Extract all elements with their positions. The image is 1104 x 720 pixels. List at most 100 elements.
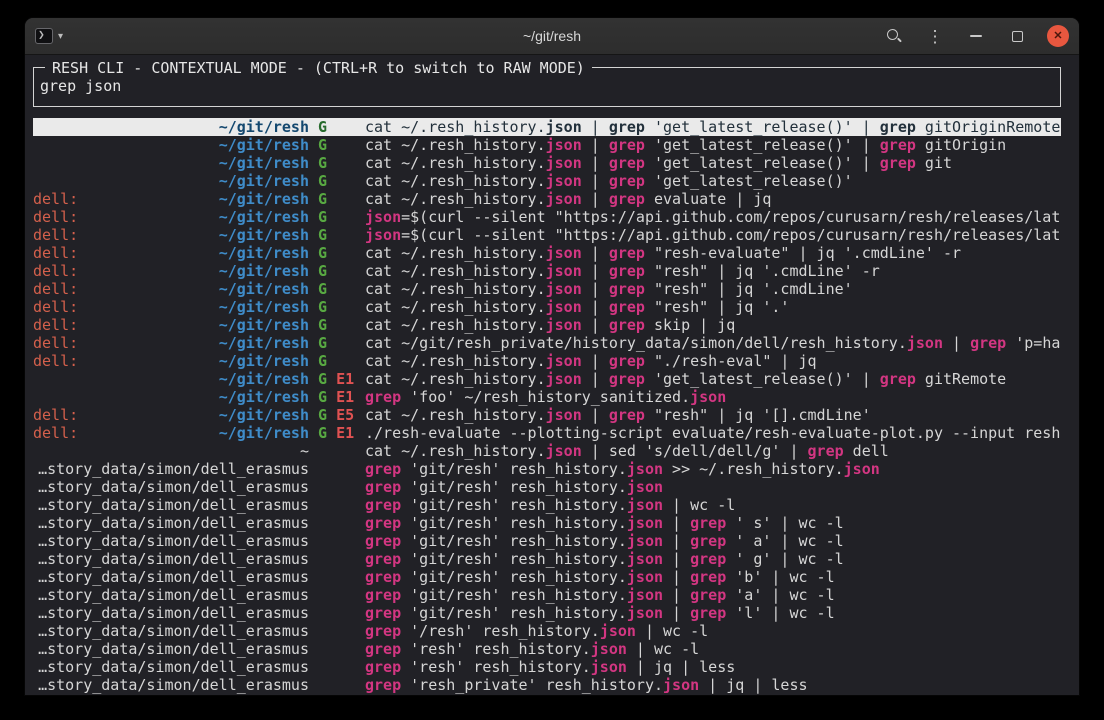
history-row[interactable]: ~/git/reshGcat ~/.resh_history.json | gr… — [33, 118, 1061, 136]
menu-button[interactable]: ⋮ — [924, 24, 946, 48]
context-cell: ~/git/resh — [33, 370, 309, 388]
history-row[interactable]: …story_data/simon/dell_erasmusgrep '/res… — [33, 622, 1061, 640]
command-token: json — [844, 460, 880, 478]
history-row[interactable]: dell:~/git/reshG E5cat ~/.resh_history.j… — [33, 406, 1061, 424]
directory-label: ~ — [300, 442, 309, 460]
terminal-icon — [35, 28, 53, 44]
history-row[interactable]: …story_data/simon/dell_erasmusgrep 'resh… — [33, 658, 1061, 676]
history-row[interactable]: …story_data/simon/dell_erasmusgrep 'git/… — [33, 532, 1061, 550]
command-text: grep 'git/resh' resh_history.json | grep… — [365, 532, 1061, 550]
search-query-input[interactable]: grep json — [40, 77, 1054, 95]
command-text: json=$(curl --silent "https://api.github… — [365, 226, 1061, 244]
context-cell: dell:~/git/resh — [33, 208, 309, 226]
context-cell: ~/git/resh — [33, 172, 309, 190]
command-token: grep — [365, 514, 401, 532]
history-row[interactable]: dell:~/git/reshGcat ~/git/resh_private/h… — [33, 334, 1061, 352]
history-row[interactable]: …story_data/simon/dell_erasmusgrep 'git/… — [33, 586, 1061, 604]
context-cell: dell:~/git/resh — [33, 424, 309, 442]
directory-label: …story_data/simon/dell_erasmus — [38, 604, 309, 622]
directory-label: ~/git/resh — [219, 190, 309, 208]
command-token: grep — [609, 280, 645, 298]
command-token: grep — [880, 136, 916, 154]
command-token: gitOrigin — [916, 136, 1006, 154]
command-text: cat ~/.resh_history.json | grep 'get_lat… — [365, 172, 1061, 190]
status-flag: G — [318, 352, 327, 370]
history-row[interactable]: dell:~/git/reshG E1./resh-evaluate --plo… — [33, 424, 1061, 442]
history-row[interactable]: ~/git/reshGcat ~/.resh_history.json | gr… — [33, 136, 1061, 154]
history-row[interactable]: ~/git/reshGcat ~/.resh_history.json | gr… — [33, 154, 1061, 172]
command-token: json — [546, 172, 582, 190]
history-row[interactable]: …story_data/simon/dell_erasmusgrep 'git/… — [33, 478, 1061, 496]
restore-button[interactable] — [1006, 24, 1028, 48]
resh-mode-header: RESH CLI - CONTEXTUAL MODE - (CTRL+R to … — [45, 59, 592, 77]
command-token: | — [582, 352, 609, 370]
status-flag: G — [318, 136, 327, 154]
history-row[interactable]: dell:~/git/reshGcat ~/.resh_history.json… — [33, 298, 1061, 316]
history-row[interactable]: dell:~/git/reshGcat ~/.resh_history.json… — [33, 190, 1061, 208]
history-row[interactable]: dell:~/git/reshGjson=$(curl --silent "ht… — [33, 226, 1061, 244]
history-row[interactable]: ~/git/reshGcat ~/.resh_history.json | gr… — [33, 172, 1061, 190]
command-text: grep 'git/resh' resh_history.json | grep… — [365, 586, 1061, 604]
host-label: dell: — [33, 352, 78, 370]
command-token: cat ~/.resh_history. — [365, 262, 546, 280]
command-token: 'git/resh' resh_history. — [401, 604, 627, 622]
command-token: "resh" | jq '[].cmdLine' — [645, 406, 871, 424]
command-token: cat ~/.resh_history. — [365, 442, 546, 460]
directory-label: ~/git/resh — [219, 370, 309, 388]
command-token: json — [546, 406, 582, 424]
history-row[interactable]: dell:~/git/reshGcat ~/.resh_history.json… — [33, 316, 1061, 334]
history-row[interactable]: …story_data/simon/dell_erasmusgrep 'resh… — [33, 640, 1061, 658]
history-row[interactable]: ~ cat ~/.resh_history.json | sed 's/dell/… — [33, 442, 1061, 460]
flags-cell: G — [309, 334, 365, 352]
history-row[interactable]: dell:~/git/reshGcat ~/.resh_history.json… — [33, 352, 1061, 370]
context-cell: dell:~/git/resh — [33, 298, 309, 316]
command-token: 'git/resh' resh_history. — [401, 496, 627, 514]
history-row[interactable]: …story_data/simon/dell_erasmusgrep 'git/… — [33, 568, 1061, 586]
host-label: dell: — [33, 190, 78, 208]
history-row[interactable]: …story_data/simon/dell_erasmusgrep 'git/… — [33, 604, 1061, 622]
command-text: cat ~/.resh_history.json | sed 's/dell/d… — [365, 442, 1061, 460]
search-button[interactable] — [883, 24, 905, 48]
command-token: grep — [365, 388, 401, 406]
flags-cell: G — [309, 262, 365, 280]
flags-cell — [309, 514, 365, 532]
directory-label: ~/git/resh — [219, 424, 309, 442]
command-text: cat ~/.resh_history.json | grep 'get_lat… — [365, 136, 1061, 154]
command-token: grep — [365, 586, 401, 604]
command-text: cat ~/.resh_history.json | grep 'get_lat… — [365, 370, 1061, 388]
context-cell: …story_data/simon/dell_erasmus — [33, 658, 309, 676]
history-row[interactable]: …story_data/simon/dell_erasmusgrep 'git/… — [33, 514, 1061, 532]
app-menu-button[interactable]: ▾ — [35, 28, 63, 44]
history-row[interactable]: dell:~/git/reshGjson=$(curl --silent "ht… — [33, 208, 1061, 226]
history-row[interactable]: …story_data/simon/dell_erasmusgrep 'git/… — [33, 460, 1061, 478]
history-row[interactable]: dell:~/git/reshGcat ~/.resh_history.json… — [33, 262, 1061, 280]
command-token: =$(curl --silent "https://api.github.com… — [401, 226, 1060, 244]
history-row[interactable]: ~/git/reshG E1cat ~/.resh_history.json |… — [33, 370, 1061, 388]
command-text: grep 'resh_private' resh_history.json | … — [365, 676, 1061, 694]
command-token: json — [546, 280, 582, 298]
command-token: cat ~/.resh_history. — [365, 172, 546, 190]
history-row[interactable]: dell:~/git/reshGcat ~/.resh_history.json… — [33, 280, 1061, 298]
command-token: grep — [690, 532, 726, 550]
context-cell: …story_data/simon/dell_erasmus — [33, 604, 309, 622]
command-token: | — [582, 118, 609, 136]
flags-cell: G — [309, 298, 365, 316]
minimize-button[interactable] — [965, 24, 987, 48]
command-token: ' a' | wc -l — [726, 532, 843, 550]
history-row[interactable]: …story_data/simon/dell_erasmusgrep 'git/… — [33, 550, 1061, 568]
command-token: | — [582, 154, 609, 172]
history-row[interactable]: ~/git/reshG E1grep 'foo' ~/resh_history_… — [33, 388, 1061, 406]
command-token: 'git/resh' resh_history. — [401, 478, 627, 496]
context-cell: dell:~/git/resh — [33, 244, 309, 262]
command-token: 'p=ha — [1006, 334, 1060, 352]
flags-cell: G — [309, 172, 365, 190]
close-button[interactable]: ✕ — [1047, 25, 1069, 47]
command-token: | — [582, 370, 609, 388]
command-token: grep — [365, 532, 401, 550]
history-row[interactable]: …story_data/simon/dell_erasmusgrep 'resh… — [33, 676, 1061, 694]
directory-label: ~/git/resh — [219, 316, 309, 334]
command-token: json — [546, 262, 582, 280]
history-row[interactable]: …story_data/simon/dell_erasmusgrep 'git/… — [33, 496, 1061, 514]
command-token: json — [546, 244, 582, 262]
history-row[interactable]: dell:~/git/reshGcat ~/.resh_history.json… — [33, 244, 1061, 262]
